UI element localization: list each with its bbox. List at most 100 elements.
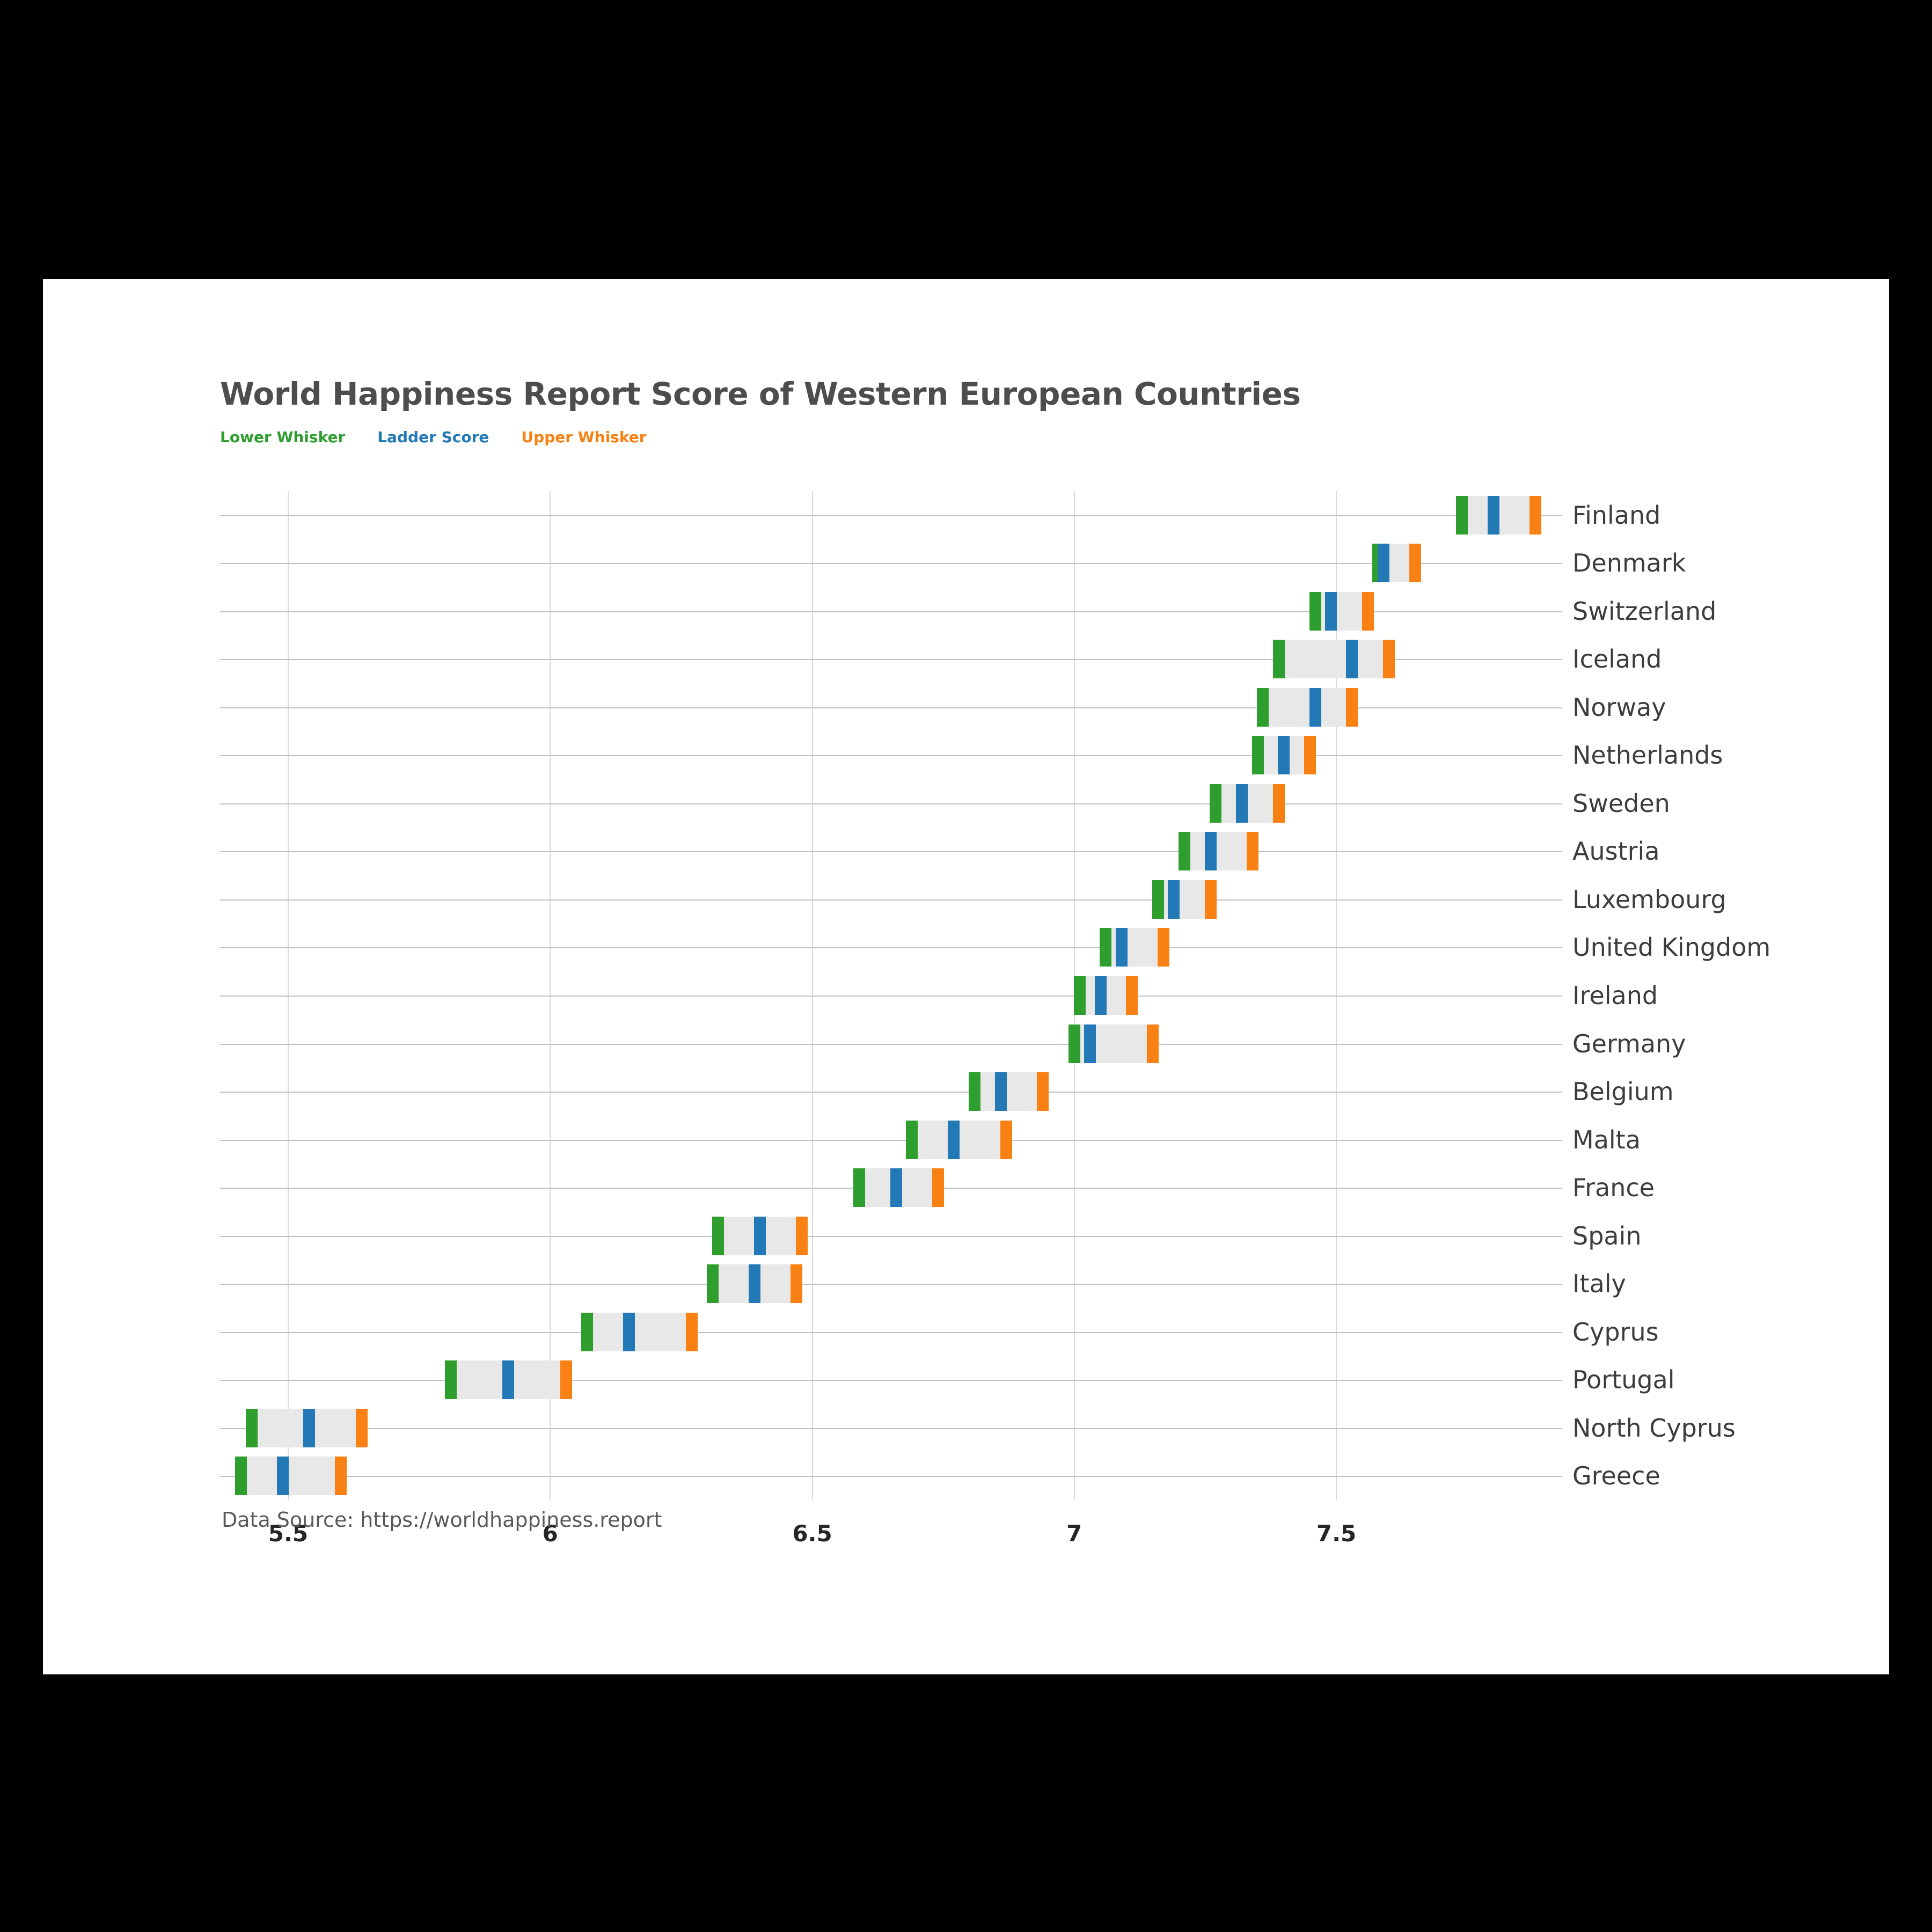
country-label: Italy [1572,1269,1626,1299]
country-label: France [1572,1173,1655,1203]
ladder-score-marker [1325,591,1337,631]
y-gridline [220,803,1562,804]
country-label: Netherlands [1572,741,1723,770]
country-label: Finland [1572,500,1661,530]
upper-whisker-marker [1157,928,1169,967]
y-gridline [220,899,1562,901]
country-label: Sweden [1572,788,1670,818]
y-gridline [220,515,1562,516]
ladder-score-marker [749,1264,761,1304]
lower-whisker-marker [1257,687,1269,727]
ladder-score-marker [623,1312,635,1351]
y-gridline [220,947,1562,948]
upper-whisker-marker [1362,591,1374,631]
lower-whisker-marker [581,1312,593,1351]
confidence-band [587,1312,692,1351]
lower-whisker-marker [1309,591,1322,631]
country-label: Belgium [1572,1077,1674,1107]
country-label: Luxembourg [1572,884,1726,914]
lower-whisker-marker [1068,1024,1080,1063]
y-gridline [220,851,1562,852]
source-note: Data Source: https://worldhappiness.repo… [222,1508,662,1532]
country-label: United Kingdom [1572,933,1771,962]
lower-whisker-marker [853,1168,866,1208]
lower-whisker-marker [712,1216,724,1255]
upper-whisker-marker [1272,784,1285,823]
upper-whisker-marker [1382,640,1395,679]
ladder-score-marker [890,1168,902,1208]
x-axis-tick-label: 6.5 [792,1520,832,1547]
upper-whisker-marker [932,1168,944,1208]
ladder-score-marker [303,1408,316,1447]
ladder-score-marker [1488,495,1500,535]
ladder-score-marker [1278,736,1290,775]
legend-item-upper-whisker[interactable]: Upper Whisker [521,428,646,446]
y-gridline [220,1284,1562,1285]
lower-whisker-marker [235,1457,247,1496]
lower-whisker-marker [1152,880,1165,919]
country-label: Ireland [1572,981,1658,1010]
upper-whisker-marker [1126,976,1138,1015]
ladder-score-marker [995,1072,1007,1111]
lower-whisker-marker [444,1360,457,1400]
y-gridline [220,1332,1562,1333]
upper-whisker-marker [1147,1024,1159,1063]
y-gridline [220,1044,1562,1045]
lower-whisker-marker [1252,736,1264,775]
y-gridline [220,1092,1562,1093]
country-label: North Cyprus [1572,1413,1736,1443]
y-gridline [220,755,1562,756]
confidence-band [1106,928,1163,967]
lower-whisker-marker [706,1264,719,1304]
upper-whisker-marker [1346,687,1358,727]
ladder-score-marker [1168,880,1180,919]
ladder-score-marker [1084,1024,1096,1063]
y-gridline [220,1428,1562,1429]
upper-whisker-marker [1246,832,1258,871]
upper-whisker-marker [1409,544,1421,583]
ladder-score-marker [753,1216,766,1255]
ladder-score-marker [1094,976,1107,1015]
country-label: Malta [1572,1125,1641,1154]
legend-item-lower-whisker[interactable]: Lower Whisker [220,428,345,446]
y-gridline [220,1140,1562,1141]
lower-whisker-marker [1456,495,1468,535]
upper-whisker-marker [685,1312,698,1351]
lower-whisker-marker [245,1408,258,1447]
screenshot-canvas: World Happiness Report Score of Western … [0,0,1932,1932]
country-label: Germany [1572,1029,1686,1058]
country-label: Switzerland [1572,596,1717,626]
ladder-score-marker [502,1360,515,1400]
confidence-band [975,1072,1043,1111]
upper-whisker-marker [1204,880,1217,919]
country-label: Spain [1572,1221,1642,1250]
upper-whisker-marker [795,1216,808,1255]
legend-item-ladder-score[interactable]: Ladder Score [377,428,489,446]
lower-whisker-marker [1073,976,1086,1015]
confidence-band [1184,832,1253,871]
confidence-band [1278,640,1389,679]
ladder-score-marker [1346,640,1358,679]
lower-whisker-marker [969,1072,981,1111]
lower-whisker-marker [1210,784,1222,823]
upper-whisker-marker [560,1360,572,1400]
country-label: Denmark [1572,548,1686,578]
upper-whisker-marker [1037,1072,1049,1111]
ladder-score-marker [1236,784,1248,823]
upper-whisker-marker [1529,495,1542,535]
country-label: Norway [1572,692,1666,722]
x-axis-tick-label: 7 [1066,1520,1082,1547]
country-label: Cyprus [1572,1317,1659,1346]
ladder-score-marker [1204,832,1217,871]
ladder-score-marker [1309,687,1322,727]
confidence-band [1263,687,1352,727]
y-gridline [220,1476,1562,1477]
x-axis-tick-label: 7.5 [1316,1520,1357,1547]
country-label: Greece [1572,1461,1660,1491]
upper-whisker-marker [355,1408,368,1447]
confidence-band [1315,591,1368,631]
ladder-score-marker [1377,544,1389,583]
page-title: World Happiness Report Score of Western … [220,376,1301,412]
upper-whisker-marker [1000,1120,1012,1159]
lower-whisker-marker [1100,928,1112,967]
